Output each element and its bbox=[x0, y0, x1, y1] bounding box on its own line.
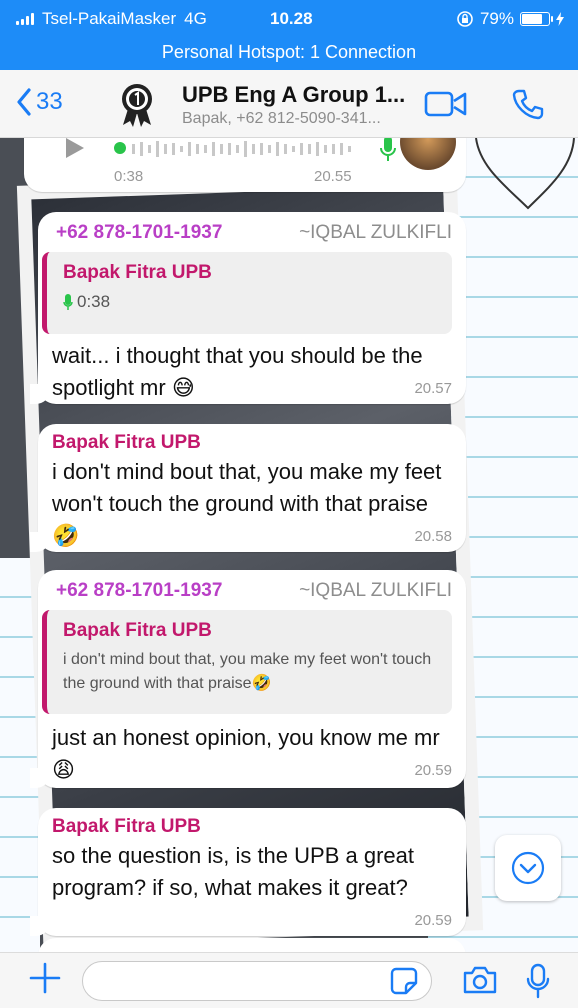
sticker-icon[interactable] bbox=[390, 967, 418, 995]
clock: 10.28 bbox=[270, 9, 313, 28]
unread-count: 33 bbox=[36, 88, 63, 115]
quoted-sender: Bapak Fitra UPB bbox=[63, 262, 212, 283]
bubble-tail bbox=[30, 768, 50, 788]
chevron-left-icon bbox=[17, 88, 31, 116]
message-bubble[interactable]: +62 878-1701-1937 ~IQBAL ZULKIFLI Bapak … bbox=[30, 570, 466, 788]
chat-title[interactable]: UPB Eng A Group 1... bbox=[182, 82, 405, 108]
quoted-message[interactable]: Bapak Fitra UPB i don't mind bout that, … bbox=[42, 610, 452, 714]
message-text: wait... i thought that you should be the… bbox=[52, 343, 423, 400]
heart-doodle bbox=[475, 138, 575, 210]
sender-phone[interactable]: +62 878-1701-1937 bbox=[56, 222, 222, 244]
bubble-tail bbox=[30, 532, 50, 552]
sender-alias: ~IQBAL ZULKIFLI bbox=[299, 222, 452, 243]
camera-icon[interactable] bbox=[462, 965, 498, 995]
status-bar: Tsel-PakaiMasker 4G 10.28 79% bbox=[0, 0, 578, 34]
chat-participants[interactable]: Bapak, +62 812-5090-341... bbox=[182, 110, 381, 128]
message-text: i don't mind bout that, you make my feet… bbox=[52, 459, 442, 548]
mic-green-icon bbox=[380, 138, 396, 161]
voice-duration: 0:38 bbox=[114, 168, 144, 185]
battery-icon bbox=[520, 12, 553, 26]
bubble-tail bbox=[30, 384, 50, 404]
sender-alias: ~IQBAL ZULKIFLI bbox=[299, 580, 452, 601]
scroll-to-bottom-button[interactable] bbox=[495, 835, 561, 901]
chevron-down-circle-icon bbox=[511, 851, 545, 885]
message-time: 20.59 bbox=[414, 762, 452, 779]
voice-sender-avatar bbox=[400, 138, 456, 170]
network-type: 4G bbox=[184, 9, 207, 28]
mic-green-icon bbox=[63, 294, 73, 310]
sender-phone[interactable]: +62 878-1701-1937 bbox=[56, 580, 222, 602]
group-avatar[interactable] bbox=[114, 81, 160, 127]
hotspot-banner[interactable]: Personal Hotspot: 1 Connection bbox=[0, 34, 578, 70]
quoted-voice: 0:38 bbox=[63, 292, 436, 312]
message-bubble[interactable]: Bapak Fitra UPB so the question is, is t… bbox=[30, 808, 466, 936]
quoted-sender: Bapak Fitra UPB bbox=[63, 620, 212, 641]
battery-fill bbox=[522, 14, 543, 24]
message-bubble[interactable]: Bapak Fitra UPB i don't mind bout that, … bbox=[30, 424, 466, 552]
chat-area[interactable]: 0:38 20.55 +62 878-1701-1937 ~IQBAL ZULK… bbox=[0, 138, 578, 952]
orientation-lock-icon bbox=[457, 11, 473, 27]
charging-icon bbox=[556, 12, 564, 26]
quoted-voice-duration: 0:38 bbox=[77, 292, 111, 311]
play-icon[interactable] bbox=[64, 138, 86, 160]
microphone-icon[interactable] bbox=[526, 963, 550, 999]
message-time: 20.57 bbox=[414, 380, 452, 397]
carrier-name: Tsel-PakaiMasker bbox=[42, 9, 177, 28]
chat-header: 33 UPB Eng A Group 1... Bapak, +62 812-5… bbox=[0, 70, 578, 138]
voice-message-bubble[interactable]: 0:38 20.55 bbox=[24, 138, 466, 192]
video-call-icon[interactable] bbox=[424, 90, 468, 118]
message-bubble-partial[interactable] bbox=[38, 938, 466, 952]
bubble-tail bbox=[30, 916, 50, 936]
message-bubble[interactable]: +62 878-1701-1937 ~IQBAL ZULKIFLI Bapak … bbox=[30, 212, 466, 404]
message-time: 20.58 bbox=[414, 528, 452, 545]
quoted-text: i don't mind bout that, you make my feet… bbox=[63, 651, 432, 692]
sender-name[interactable]: Bapak Fitra UPB bbox=[52, 432, 201, 454]
message-input-bar bbox=[0, 952, 578, 1008]
status-right: 79% bbox=[456, 9, 564, 29]
battery-percent: 79% bbox=[479, 9, 514, 28]
plus-icon[interactable] bbox=[28, 961, 62, 995]
phone-call-icon[interactable] bbox=[512, 88, 544, 120]
sender-name[interactable]: Bapak Fitra UPB bbox=[52, 816, 201, 838]
message-input[interactable] bbox=[82, 961, 432, 1001]
signal-icon bbox=[16, 13, 34, 25]
status-left: Tsel-PakaiMasker 4G bbox=[16, 9, 207, 29]
message-text: so the question is, is the UPB a great p… bbox=[52, 843, 414, 900]
back-button[interactable]: 33 bbox=[16, 88, 63, 116]
message-time: 20.59 bbox=[414, 912, 452, 929]
voice-waveform bbox=[114, 141, 351, 157]
message-text: just an honest opinion, you know me mr 😩 bbox=[52, 725, 440, 782]
quoted-message[interactable]: Bapak Fitra UPB 0:38 bbox=[42, 252, 452, 334]
message-time: 20.55 bbox=[314, 168, 352, 185]
